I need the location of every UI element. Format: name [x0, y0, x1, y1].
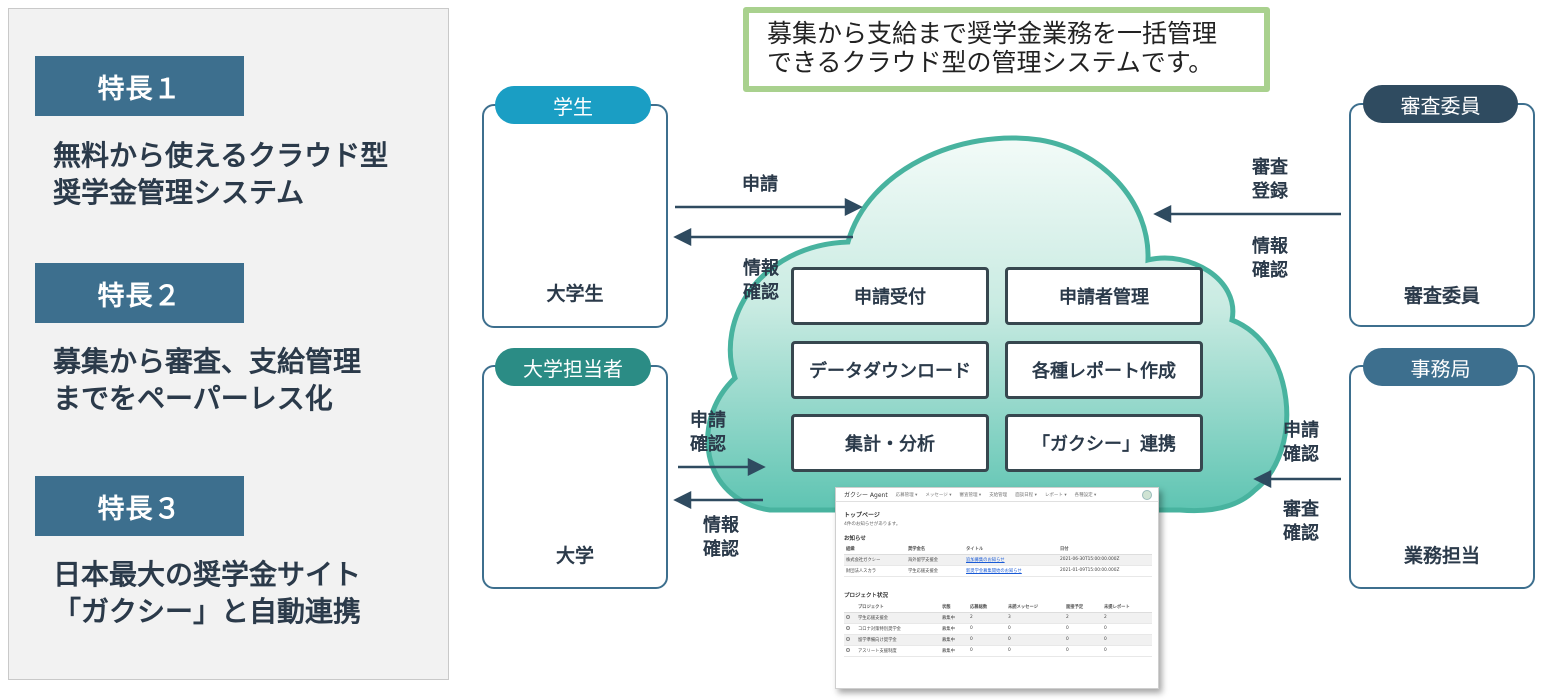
- notice-col: タイトル: [964, 545, 1058, 555]
- app-nav-item: レポート ▾: [1044, 492, 1067, 498]
- project-cell: 0: [1064, 645, 1102, 657]
- project-cell: 0: [1006, 645, 1064, 657]
- notice-cell: 2021-01-09T15:00:00.000Z: [1058, 565, 1152, 577]
- project-cell: 0: [968, 634, 1006, 646]
- project-cell: 0: [968, 623, 1006, 635]
- project-col: 未読メッセージ: [1006, 603, 1064, 613]
- reviewer-label: 審査委員: [1403, 285, 1480, 307]
- project-table: プロジェクト 状態 応募総数 未読メッセージ 面接予定 未提レポート 学生応援支…: [844, 603, 1152, 657]
- app-screenshot: ガクシー Agent 応募管理 ▾ メッセージ ▾ 審査管理 ▾ 支給管理 面談…: [835, 487, 1159, 689]
- project-cell: 留学準備向け奨学金: [856, 634, 940, 646]
- notice-col: 奨学金名: [906, 545, 964, 555]
- project-cell: コロナ対策特別奨学金: [856, 623, 940, 635]
- office-pill: 事務局: [1363, 348, 1518, 386]
- project-cell: 0: [1102, 623, 1152, 635]
- app-nav-item: 応募管理 ▾: [895, 492, 918, 498]
- notice-link[interactable]: 新奨学金募集開始のお知らせ: [966, 569, 1022, 574]
- project-cell: 学生応援支援金: [856, 612, 940, 624]
- project-cell: 0: [1006, 623, 1064, 635]
- arrowhead: [844, 197, 863, 217]
- project-cell: 0: [1102, 634, 1152, 646]
- notice-cell: 財団法人スカラ: [844, 565, 906, 577]
- arrowhead: [673, 490, 692, 510]
- func-data-download: データダウンロード: [791, 341, 989, 399]
- project-cell: 0: [1006, 634, 1064, 646]
- notice-cell: 2021-06-30T15:00:00.000Z: [1058, 554, 1152, 566]
- app-notice-heading: お知らせ: [844, 536, 866, 542]
- project-cell: アスリート支援制度: [856, 645, 940, 657]
- project-cell: 0: [1102, 645, 1152, 657]
- project-cell: 3: [1006, 612, 1064, 624]
- table-row: 学生応援支援金 募集中 2 3 2 2: [844, 612, 1152, 624]
- app-nav-item: 審査管理 ▾: [959, 492, 982, 498]
- arrowhead: [673, 227, 692, 247]
- flow-university-out: 申請 確認: [690, 410, 726, 455]
- notice-table: 組織 奨学金名 タイトル 日付 株式会社ガクシー 海外留学支援金 追加募集のお知…: [844, 545, 1152, 577]
- row-radio[interactable]: [846, 625, 850, 630]
- notice-col: 日付: [1058, 545, 1152, 555]
- cloud-diagram: [500, 135, 1490, 532]
- app-notice-sub: 4件のお知らせがあります。: [844, 522, 901, 527]
- project-cell: 2: [1064, 612, 1102, 624]
- app-project-heading: プロジェクト状況: [844, 593, 889, 599]
- project-cell: 0: [1064, 634, 1102, 646]
- project-cell: 2: [968, 612, 1006, 624]
- app-nav-item: 面談日程 ▾: [1015, 492, 1037, 498]
- project-col: 未提レポート: [1102, 603, 1152, 613]
- headline-box: 募集から支給まで奨学金業務を一括管理 できるクラウド型の管理システムです。: [743, 7, 1270, 92]
- project-col: プロジェクト: [856, 603, 940, 613]
- flow-reviewer-in: 情報 確認: [1252, 236, 1288, 281]
- func-aggregation-analysis: 集計・分析: [791, 414, 989, 472]
- project-cell: 募集中: [940, 634, 968, 646]
- app-topbar: ガクシー Agent 応募管理 ▾ メッセージ ▾ 審査管理 ▾ 支給管理 面談…: [836, 488, 1158, 502]
- table-row: 財団法人スカラ 学生応援支援金 新奨学金募集開始のお知らせ 2021-01-09…: [844, 565, 1152, 577]
- func-report-creation: 各種レポート作成: [1005, 341, 1203, 399]
- project-col: 面接予定: [1064, 603, 1102, 613]
- func-application-intake: 申請受付: [791, 267, 989, 325]
- flow-student-out: 申請: [742, 174, 778, 195]
- func-gaxi-integration: 「ガクシー」連携: [1005, 414, 1203, 472]
- row-radio[interactable]: [846, 636, 850, 641]
- flow-office-1: 申請 確認: [1283, 420, 1319, 465]
- app-nav-item: 支給管理: [989, 492, 1008, 498]
- project-cell: 募集中: [940, 623, 968, 635]
- project-cell: 0: [968, 645, 1006, 657]
- university-label: 大学: [555, 545, 594, 567]
- flow-student-in: 情報 確認: [743, 258, 779, 303]
- avatar: [1142, 490, 1152, 500]
- table-row: 株式会社ガクシー 海外留学支援金 追加募集のお知らせ 2021-06-30T15…: [844, 554, 1152, 566]
- project-cell: 募集中: [940, 612, 968, 624]
- notice-cell: 学生応援支援金: [906, 565, 964, 577]
- arrowhead: [1153, 204, 1172, 224]
- table-row: コロナ対策特別奨学金 募集中 0 0 0 0: [844, 623, 1152, 635]
- notice-col: 組織: [844, 545, 906, 555]
- office-label: 業務担当: [1403, 545, 1480, 567]
- project-cell: 募集中: [940, 645, 968, 657]
- func-applicant-management: 申請者管理: [1005, 267, 1203, 325]
- flow-office-2: 審査 確認: [1283, 499, 1319, 544]
- table-row: アスリート支援制度 募集中 0 0 0 0: [844, 645, 1152, 657]
- row-radio[interactable]: [846, 614, 850, 619]
- student-pill: 学生: [495, 86, 651, 124]
- notice-link[interactable]: 追加募集のお知らせ: [966, 558, 1005, 563]
- project-cell: 2: [1102, 612, 1152, 624]
- project-col: 状態: [940, 603, 968, 613]
- app-nav-item: 各種設定 ▾: [1074, 492, 1097, 498]
- row-radio[interactable]: [846, 647, 850, 652]
- flow-university-in: 情報 確認: [703, 515, 739, 560]
- notice-cell: 海外留学支援金: [906, 554, 964, 566]
- project-cell: 0: [1064, 623, 1102, 635]
- table-row: 留学準備向け奨学金 募集中 0 0 0 0: [844, 634, 1152, 646]
- app-brand: ガクシー Agent: [844, 492, 888, 499]
- student-label: 大学生: [546, 283, 604, 305]
- app-page-title: トップページ: [844, 512, 880, 519]
- notice-cell: 株式会社ガクシー: [844, 554, 906, 566]
- flow-reviewer-out: 審査 登録: [1252, 157, 1288, 202]
- university-pill: 大学担当者: [495, 348, 651, 386]
- project-col: 応募総数: [968, 603, 1006, 613]
- reviewer-pill: 審査委員: [1363, 85, 1518, 123]
- app-nav-item: メッセージ ▾: [925, 492, 952, 498]
